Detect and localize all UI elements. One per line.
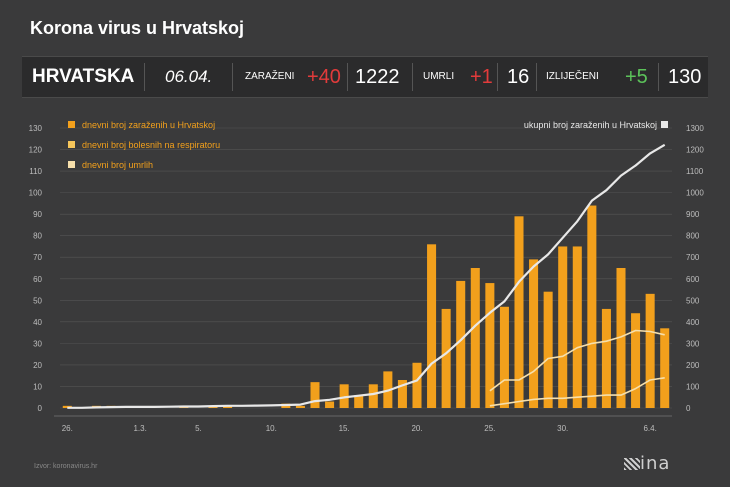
y-tick-label-left: 70 — [33, 253, 42, 262]
x-tick-label: 25. — [484, 424, 495, 433]
y-tick-label-right: 1000 — [686, 189, 704, 198]
infographic: Korona virus u Hrvatskoj HRVATSKA 06.04.… — [0, 0, 730, 487]
legend-label-total: ukupni broj zaraženih u Hrvatskoj — [524, 120, 657, 130]
y-tick-label-right: 1100 — [686, 167, 704, 176]
legend-swatch — [68, 121, 75, 128]
y-tick-label-left: 10 — [33, 382, 42, 391]
y-tick-label-left: 20 — [33, 361, 42, 370]
y-tick-label-right: 500 — [686, 296, 700, 305]
y-tick-label-left: 60 — [33, 275, 42, 284]
brand-logo: ina — [640, 453, 671, 474]
chart: 0102030405060708090100110120130010020030… — [29, 120, 705, 433]
bar — [543, 291, 553, 408]
y-tick-label-right: 300 — [686, 339, 700, 348]
y-tick-label-left: 100 — [29, 189, 43, 198]
bar — [529, 259, 539, 408]
y-tick-label-left: 110 — [29, 167, 42, 176]
source-note: Izvor: koronavirus.hr — [34, 463, 98, 470]
y-tick-label-right: 100 — [686, 382, 700, 391]
bar — [558, 246, 568, 408]
y-tick-label-left: 50 — [33, 296, 42, 305]
y-tick-label-left: 80 — [33, 232, 42, 241]
bar — [631, 313, 641, 408]
x-tick-label: 5. — [195, 424, 202, 433]
legend-label: dnevni broj umrlih — [82, 160, 153, 170]
legend-label: dnevni broj zaraženih u Hrvatskoj — [82, 120, 215, 130]
y-tick-label-right: 900 — [686, 210, 700, 219]
y-tick-label-right: 1200 — [686, 146, 704, 155]
bar — [310, 382, 320, 408]
x-tick-label: 1.3. — [133, 424, 146, 433]
y-tick-label-left: 90 — [33, 210, 42, 219]
bar — [412, 362, 422, 408]
y-tick-label-left: 130 — [29, 124, 43, 133]
y-tick-label-left: 40 — [33, 318, 42, 327]
y-tick-label-right: 0 — [686, 404, 691, 413]
x-tick-label: 15. — [339, 424, 350, 433]
x-tick-label: 10. — [266, 424, 277, 433]
logo-mark-icon — [624, 458, 640, 470]
bar — [325, 401, 335, 408]
bar — [645, 293, 655, 408]
y-tick-label-right: 200 — [686, 361, 700, 370]
bar — [499, 306, 509, 408]
y-tick-label-left: 120 — [29, 146, 43, 155]
legend-label: dnevni broj bolesnih na respiratoru — [82, 140, 220, 150]
bar — [572, 246, 582, 408]
y-tick-label-right: 800 — [686, 232, 700, 241]
bar — [441, 308, 451, 408]
bar — [470, 268, 480, 408]
legend-swatch-total — [661, 121, 668, 128]
y-tick-label-left: 30 — [33, 339, 42, 348]
y-tick-label-right: 600 — [686, 275, 700, 284]
x-tick-label: 6.4. — [643, 424, 656, 433]
y-tick-label-right: 700 — [686, 253, 700, 262]
legend-swatch — [68, 141, 75, 148]
bar — [368, 384, 378, 408]
bar — [427, 244, 437, 408]
y-tick-label-left: 0 — [38, 404, 43, 413]
x-tick-label: 20. — [411, 424, 422, 433]
x-tick-label: 26. — [62, 424, 73, 433]
x-tick-label: 30. — [557, 424, 568, 433]
bar — [601, 308, 611, 408]
y-tick-label-right: 1300 — [686, 124, 704, 133]
bar — [660, 328, 670, 408]
bar — [587, 205, 597, 408]
legend-swatch — [68, 161, 75, 168]
bar — [295, 405, 305, 408]
y-tick-label-right: 400 — [686, 318, 700, 327]
